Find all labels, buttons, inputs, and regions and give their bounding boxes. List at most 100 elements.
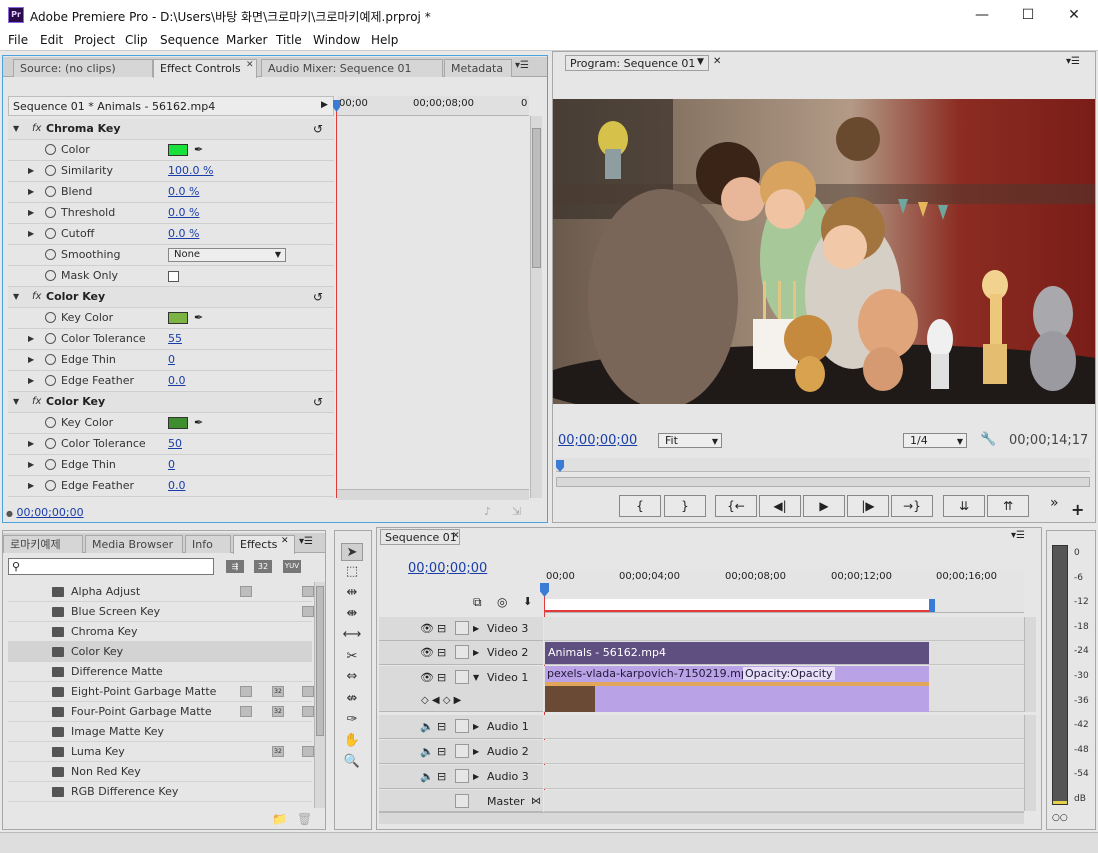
rolling-edit-tool-icon[interactable]: ⇼ xyxy=(341,605,363,623)
effect-list-item[interactable]: Four-Point Garbage Matte 32 xyxy=(8,702,314,722)
stopwatch-icon[interactable] xyxy=(45,354,56,365)
color-swatch[interactable] xyxy=(168,312,188,324)
tab-program[interactable]: Program: Sequence 01 ▼ xyxy=(565,55,709,71)
param-value[interactable]: 0.0 % xyxy=(168,203,199,223)
timeline-horizontal-scrollbar[interactable] xyxy=(379,812,1024,824)
slide-tool-icon[interactable]: ⇎ xyxy=(341,690,363,708)
fx-icon[interactable]: fx xyxy=(32,287,41,307)
track-lane[interactable] xyxy=(544,617,1024,641)
fit-dropdown[interactable]: Fit ▼ xyxy=(658,433,722,448)
program-time-ruler[interactable] xyxy=(556,458,1090,472)
yuv-filter-icon[interactable]: YUV xyxy=(283,560,301,573)
param-value[interactable]: 0.0 % xyxy=(168,182,199,202)
maximize-button[interactable]: ☐ xyxy=(1005,0,1051,30)
track-lock-box[interactable] xyxy=(455,645,469,659)
panel-menu-icon[interactable]: ▾☰ xyxy=(299,536,313,547)
stopwatch-icon[interactable] xyxy=(45,375,56,386)
param-value[interactable]: 0.0 xyxy=(168,476,186,496)
stopwatch-icon[interactable] xyxy=(45,270,56,281)
eyedropper-icon[interactable]: ✒ xyxy=(194,308,203,328)
track-lane[interactable] xyxy=(544,715,1024,739)
more-buttons-icon[interactable]: » xyxy=(1050,495,1059,511)
eye-icon[interactable]: 👁 xyxy=(420,641,434,664)
pen-tool-icon[interactable]: ✑ xyxy=(341,711,363,729)
ripple-edit-tool-icon[interactable]: ⇹ xyxy=(341,584,363,602)
param-value[interactable]: 0 xyxy=(168,350,175,370)
go-to-in-button[interactable]: {← xyxy=(715,495,757,517)
menu-title[interactable]: Title xyxy=(276,33,302,47)
menu-clip[interactable]: Clip xyxy=(125,33,148,47)
panel-menu-icon[interactable]: ▾☰ xyxy=(1066,56,1080,67)
param-value[interactable]: 100.0 % xyxy=(168,161,213,181)
track-header[interactable]: 👁 ⊟ ▶ Video 2 xyxy=(379,641,543,665)
opacity-keyframe-line[interactable] xyxy=(545,682,929,686)
menu-sequence[interactable]: Sequence xyxy=(160,33,219,47)
expand-icon[interactable]: ▶ xyxy=(28,329,34,349)
sync-lock-icon[interactable]: ⊟ xyxy=(437,666,446,689)
tab-media-browser[interactable]: Media Browser xyxy=(85,535,183,553)
menu-window[interactable]: Window xyxy=(313,33,360,47)
track-lane[interactable] xyxy=(544,790,1024,812)
expand-icon[interactable]: ▶ xyxy=(28,476,34,496)
effect-list-item[interactable]: Alpha Adjust xyxy=(8,582,314,602)
eyedropper-icon[interactable]: ✒ xyxy=(194,413,203,433)
mask-only-checkbox[interactable] xyxy=(168,271,179,282)
new-folder-icon[interactable]: 📁 xyxy=(272,812,287,826)
clip-animals[interactable]: Animals - 56162.mp4 xyxy=(545,642,929,664)
menu-marker[interactable]: Marker xyxy=(226,33,267,47)
tab-metadata[interactable]: Metadata xyxy=(444,59,512,77)
stopwatch-icon[interactable] xyxy=(45,207,56,218)
stopwatch-icon[interactable] xyxy=(45,312,56,323)
selection-tool-icon[interactable]: ➤ xyxy=(341,543,363,561)
param-value[interactable]: 0.0 % xyxy=(168,224,199,244)
expand-icon[interactable]: ▶ xyxy=(28,371,34,391)
opacity-dropdown[interactable]: Opacity:Opacity xyxy=(743,667,835,680)
ec-time-ruler[interactable]: 00;00 00;00;08;00 0 xyxy=(337,96,529,116)
lift-button[interactable]: ⇊ xyxy=(943,495,985,517)
play-button[interactable]: ▶ xyxy=(803,495,845,517)
sync-lock-icon[interactable]: ⊟ xyxy=(437,715,446,738)
close-tab-icon[interactable]: ✕ xyxy=(452,531,460,541)
tab-project[interactable]: 로마키예제 xyxy=(3,535,83,553)
keyframe-nav-icon[interactable]: ◇ ◀ ◇ ▶ xyxy=(421,689,461,712)
stopwatch-icon[interactable] xyxy=(45,144,56,155)
speaker-icon[interactable]: 🔈 xyxy=(420,740,434,763)
fx-icon[interactable]: fx xyxy=(32,119,41,139)
param-value[interactable]: 0 xyxy=(168,455,175,475)
expand-icon[interactable]: ▶ xyxy=(473,715,479,738)
track-lane[interactable] xyxy=(544,740,1024,764)
track-lock-box[interactable] xyxy=(455,670,469,684)
effect-header[interactable]: ▼ fx Color Key ↺ xyxy=(8,287,334,308)
timeline-time-value[interactable]: 00;00;00;00 xyxy=(408,561,487,576)
effect-list-item[interactable]: Image Matte Key xyxy=(8,722,312,742)
track-header[interactable]: Master ⋈ xyxy=(379,790,543,812)
menu-file[interactable]: File xyxy=(8,33,28,47)
tab-effect-controls[interactable]: Effect Controls xyxy=(153,59,257,78)
close-tab-icon[interactable]: ✕ xyxy=(281,536,289,546)
tab-sequence[interactable]: Sequence 01 ✕ xyxy=(380,529,460,545)
timeline-ruler[interactable]: 00;00 00;00;04;00 00;00;08;00 00;00;12;0… xyxy=(544,569,1024,613)
effect-list-item[interactable]: Color Key xyxy=(8,642,312,662)
stopwatch-icon[interactable] xyxy=(45,186,56,197)
eye-icon[interactable]: 👁 xyxy=(420,666,434,689)
sync-lock-icon[interactable]: ⊟ xyxy=(437,641,446,664)
stopwatch-icon[interactable] xyxy=(45,165,56,176)
stopwatch-icon[interactable] xyxy=(45,333,56,344)
export-icon[interactable]: ⇲ xyxy=(512,505,521,518)
snap-icon[interactable]: ⧉ xyxy=(473,595,482,610)
color-swatch[interactable] xyxy=(168,417,188,429)
close-window-button[interactable]: ✕ xyxy=(1051,0,1097,30)
stopwatch-icon[interactable] xyxy=(45,438,56,449)
track-lock-box[interactable] xyxy=(455,719,469,733)
master-meter-icon[interactable]: ⋈ xyxy=(531,790,541,813)
menu-help[interactable]: Help xyxy=(371,33,398,47)
reset-icon[interactable]: ↺ xyxy=(313,119,323,139)
work-area-bar[interactable] xyxy=(544,599,929,612)
track-lock-box[interactable] xyxy=(455,794,469,808)
slip-tool-icon[interactable]: ⇔ xyxy=(341,668,363,686)
work-area-end-handle[interactable] xyxy=(929,599,935,612)
razor-tool-icon[interactable]: ✂ xyxy=(341,648,363,666)
resolution-dropdown[interactable]: 1/4 ▼ xyxy=(903,433,967,448)
video-tracks-scrollbar[interactable] xyxy=(1024,617,1036,712)
collapse-icon[interactable]: ▼ xyxy=(13,119,19,139)
